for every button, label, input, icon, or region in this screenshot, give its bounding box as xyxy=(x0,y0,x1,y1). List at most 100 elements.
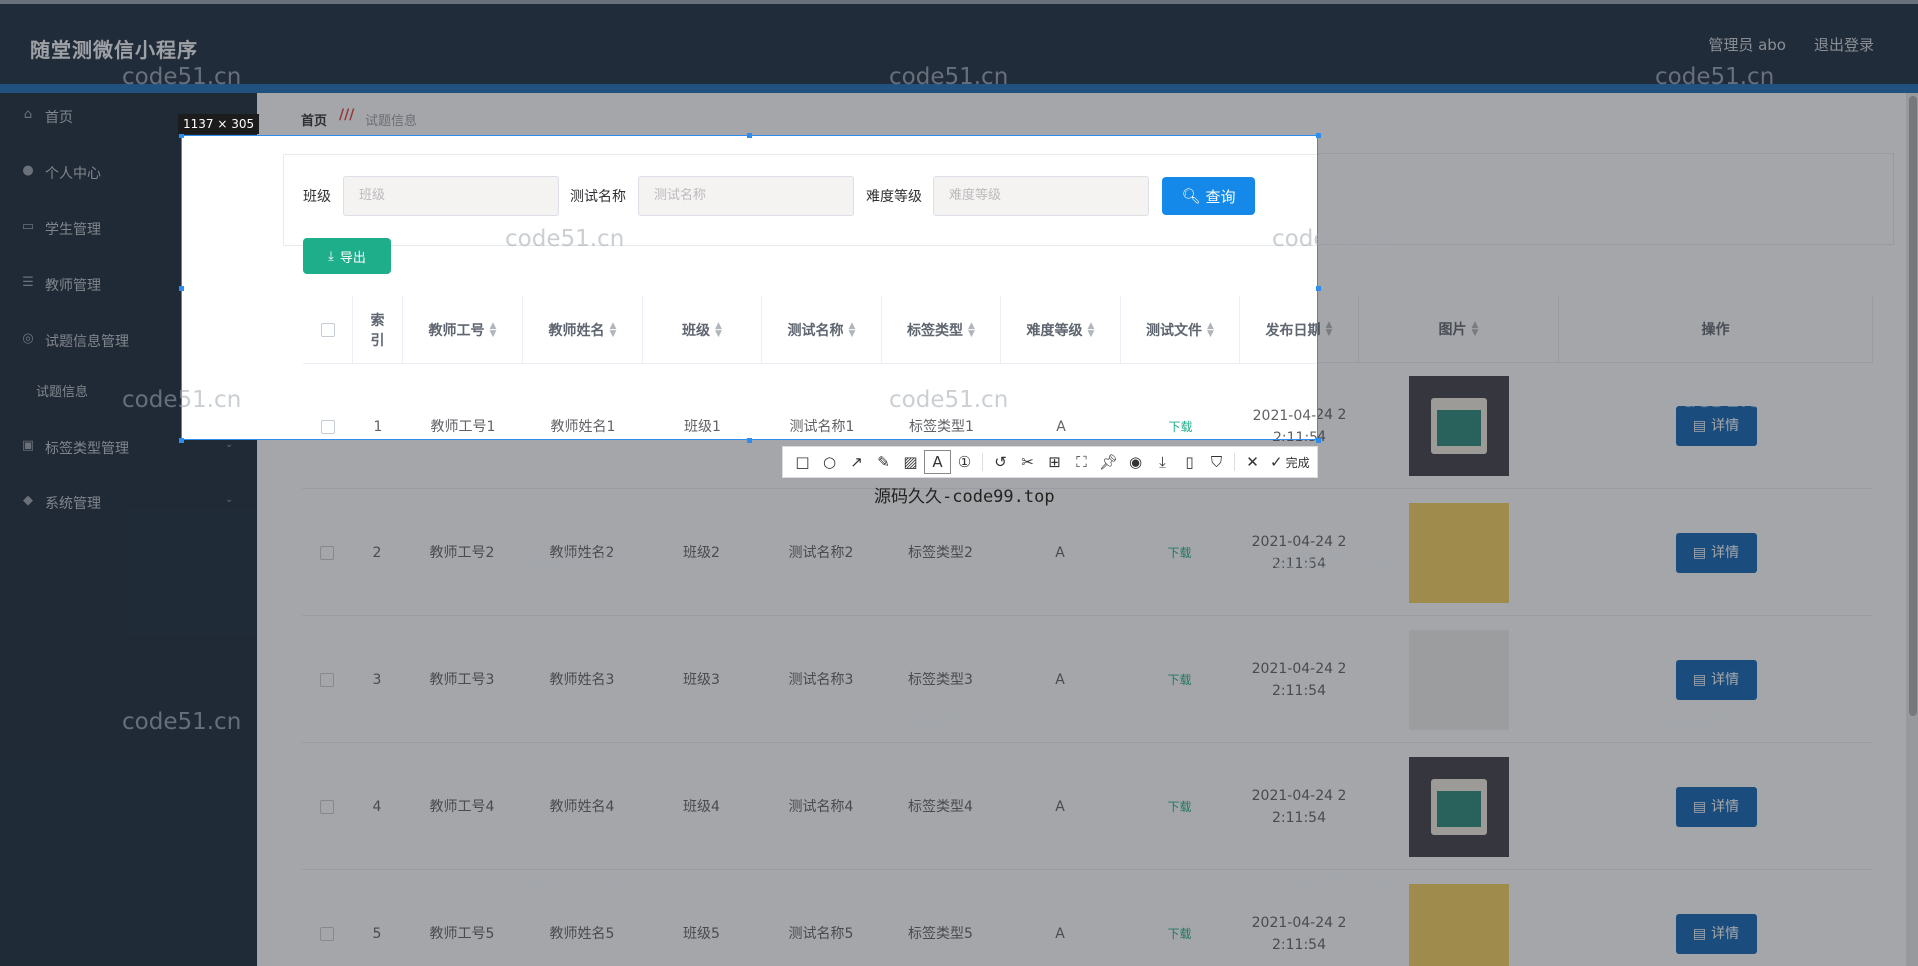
undo-icon[interactable]: ↺ xyxy=(987,450,1014,474)
sort-icon: ▲▼ xyxy=(968,320,975,339)
sort-icon: ▲▼ xyxy=(715,320,722,339)
test-name-label: 测试名称 xyxy=(570,189,626,205)
cell-index: 3 xyxy=(372,672,382,688)
download-link[interactable]: 下载 xyxy=(1168,416,1192,438)
row-checkbox[interactable] xyxy=(320,673,334,687)
cell-test-file: 下载 xyxy=(1120,617,1239,743)
toolbar-divider xyxy=(1234,453,1235,471)
page-scrollbar-thumb[interactable] xyxy=(1909,96,1917,716)
col-teacher-id[interactable]: 教师工号▲▼ xyxy=(403,296,523,364)
text-tool-icon[interactable]: A xyxy=(924,450,951,474)
record-icon[interactable]: ◉ xyxy=(1122,450,1149,474)
cell-tag-type: 标签类型4 xyxy=(908,799,973,815)
query-button[interactable]: 🔍︎ 查询 xyxy=(1162,177,1255,215)
document-icon: ▤ xyxy=(1692,545,1707,561)
download-link[interactable]: 下载 xyxy=(1167,542,1191,564)
col-test-name[interactable]: 测试名称▲▼ xyxy=(762,296,882,364)
test-name-input[interactable]: 测试名称 xyxy=(638,176,854,216)
col-image[interactable]: 图片 ▲ ▼ xyxy=(1359,295,1559,363)
thumbnail-image[interactable] xyxy=(1409,630,1509,730)
save-icon[interactable]: ⤓ xyxy=(1149,450,1176,474)
select-all-checkbox[interactable] xyxy=(320,322,335,337)
col-class[interactable]: 班级▲▼ xyxy=(643,296,762,364)
sort-icon: ▲▼ xyxy=(1087,320,1095,339)
download-link[interactable]: 下载 xyxy=(1167,669,1191,691)
row-checkbox[interactable] xyxy=(320,546,334,560)
download-link[interactable]: 下载 xyxy=(1167,796,1191,818)
detail-button[interactable]: ▤ 详情 xyxy=(1675,533,1757,573)
sidebar-subitem-question-info[interactable]: 试题信息 xyxy=(36,381,88,400)
close-icon[interactable]: ✕ xyxy=(1239,450,1266,474)
logout-button[interactable]: 退出登录 xyxy=(1814,34,1874,55)
sidebar-item-system[interactable]: ◆ 系统管理 ⌄ xyxy=(0,488,257,516)
long-screenshot-icon[interactable]: ▯ xyxy=(1176,450,1203,474)
sort-icon: ▲▼ xyxy=(1207,320,1214,339)
cell-test-name: 测试名称2 xyxy=(788,545,854,561)
level-input[interactable]: 难度等级 xyxy=(933,176,1149,216)
cell-image xyxy=(1359,490,1559,616)
resize-handle[interactable] xyxy=(1316,286,1321,291)
row-checkbox[interactable] xyxy=(320,927,334,941)
mosaic-tool-icon[interactable]: ▨ xyxy=(897,450,924,474)
col-tag-type[interactable]: 标签类型▲▼ xyxy=(882,296,1001,364)
col-test-file[interactable]: 测试文件▲▼ xyxy=(1121,296,1240,364)
thumbnail-image[interactable] xyxy=(1409,376,1509,476)
document-icon: ▤ xyxy=(1692,672,1707,688)
chevron-down-icon: ⌄ xyxy=(225,439,234,450)
arrow-tool-icon[interactable]: ↗ xyxy=(843,450,870,474)
table-row: 4 教师工号4 教师姓名4 班级4 测试名称4 标签类型4 A 下载 2021-04-24 22… xyxy=(302,744,1873,870)
resize-handle[interactable] xyxy=(179,438,184,443)
cutout-tool-icon[interactable]: ✂ xyxy=(1014,450,1041,474)
class-label: 班级 xyxy=(303,189,331,205)
user-icon: ● xyxy=(22,163,34,178)
number-tool-icon[interactable]: ① xyxy=(951,450,978,474)
col-teacher-name[interactable]: 教师姓名▲▼ xyxy=(523,296,643,364)
done-button[interactable]: ✓ 完成 xyxy=(1270,453,1310,471)
thumbnail-image[interactable] xyxy=(1409,503,1509,603)
sort-icon: ▲▼ xyxy=(848,320,856,339)
select-all-header[interactable] xyxy=(303,296,353,364)
app-title: 随堂测微信小程序 xyxy=(30,38,198,62)
export-button[interactable]: ⤓ 导出 xyxy=(303,238,391,274)
resize-handle[interactable] xyxy=(1316,133,1321,138)
cell-level: A xyxy=(1055,545,1065,561)
pin-icon[interactable]: 📌︎ xyxy=(1095,450,1122,474)
download-icon: ⤓ xyxy=(328,248,334,264)
thumbnail-image[interactable] xyxy=(1409,757,1509,857)
capture-selection-content: 班级 班级 测试名称 测试名称 难度等级 难度等级 🔍︎ 查询 ⤓ 导出 索引 教师… xyxy=(182,136,1317,439)
table-row: 3 教师工号3 教师姓名3 班级3 测试名称3 标签类型3 A 下载 2021-04-24 22… xyxy=(302,617,1873,743)
cell-class: 班级4 xyxy=(683,799,720,815)
class-input[interactable]: 班级 xyxy=(343,176,559,216)
cell-level: A xyxy=(1055,799,1065,815)
ocr-tool-icon[interactable]: ⊞ xyxy=(1041,450,1068,474)
cell-teacher-id: 教师工号2 xyxy=(429,545,495,561)
col-level[interactable]: 难度等级▲▼ xyxy=(1001,296,1121,364)
col-publish-date[interactable]: 发布日期▲▼ xyxy=(1240,296,1317,364)
pen-tool-icon[interactable]: ✎ xyxy=(870,450,897,474)
download-link[interactable]: 下载 xyxy=(1167,923,1191,945)
rectangle-tool-icon[interactable]: □ xyxy=(789,450,816,474)
detail-button[interactable]: ▤ 详情 xyxy=(1675,914,1757,954)
resize-handle[interactable] xyxy=(179,286,184,291)
detail-button[interactable]: ▤ 详情 xyxy=(1675,787,1757,827)
capture-selection[interactable]: 班级 班级 测试名称 测试名称 难度等级 难度等级 🔍︎ 查询 ⤓ 导出 索引 教师… xyxy=(181,135,1318,440)
row-checkbox-cell xyxy=(302,617,352,743)
resize-handle[interactable] xyxy=(747,133,752,138)
cell-test-name: 测试名称3 xyxy=(788,672,854,688)
cell-test-file: 下载 xyxy=(1121,364,1240,439)
resize-handle[interactable] xyxy=(747,438,752,443)
detail-button[interactable]: ▤ 详情 xyxy=(1675,406,1757,446)
row-checkbox-cell xyxy=(302,744,352,870)
breadcrumb-home[interactable]: 首页 xyxy=(301,110,327,129)
ellipse-tool-icon[interactable]: ○ xyxy=(816,450,843,474)
clipboard-illustration xyxy=(1431,398,1487,454)
thumbnail-image[interactable] xyxy=(1409,884,1509,966)
bookmark-icon[interactable]: ⛉ xyxy=(1203,450,1230,474)
scan-tool-icon[interactable]: ⛶ xyxy=(1068,450,1095,474)
resize-handle[interactable] xyxy=(1316,438,1321,443)
cell-teacher-name: 教师姓名5 xyxy=(549,926,615,942)
row-checkbox[interactable] xyxy=(320,800,334,814)
row-checkbox[interactable] xyxy=(321,420,335,434)
table-row: 5 教师工号5 教师姓名5 班级5 测试名称5 标签类型5 A 下载 2021-04-24 22… xyxy=(302,871,1873,966)
detail-button[interactable]: ▤ 详情 xyxy=(1675,660,1757,700)
